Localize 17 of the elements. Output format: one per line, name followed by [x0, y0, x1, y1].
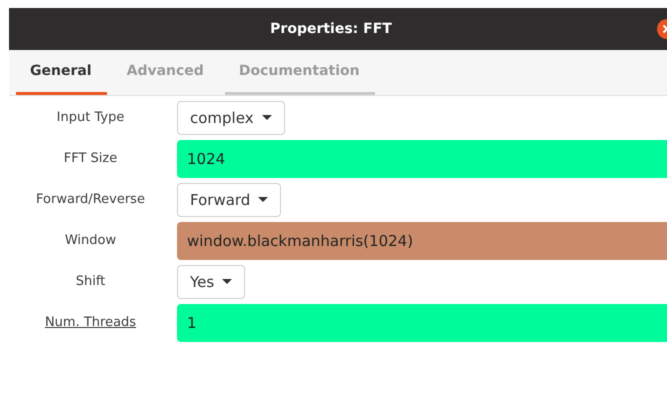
- input-field[interactable]: 1024: [177, 140, 667, 178]
- field-label: Forward/Reverse: [36, 192, 145, 207]
- caret-icon: [262, 114, 272, 120]
- field-label: Input Type: [56, 110, 124, 125]
- dropdown[interactable]: complex: [177, 100, 285, 134]
- input-field[interactable]: 1: [177, 304, 667, 342]
- window-title: Properties: FFT: [270, 21, 392, 37]
- field-label: Shift: [76, 274, 106, 289]
- dropdown[interactable]: Forward: [177, 182, 282, 216]
- field-label: Num. Threads: [44, 315, 136, 330]
- caret-icon: [222, 278, 232, 284]
- input-field[interactable]: window.blackmanharris(1024): [177, 222, 667, 260]
- field-label: Window: [64, 233, 116, 248]
- tab[interactable]: General: [16, 50, 107, 95]
- dropdown[interactable]: Yes: [177, 264, 246, 298]
- field-label: FFT Size: [64, 151, 118, 166]
- caret-icon: [258, 196, 268, 202]
